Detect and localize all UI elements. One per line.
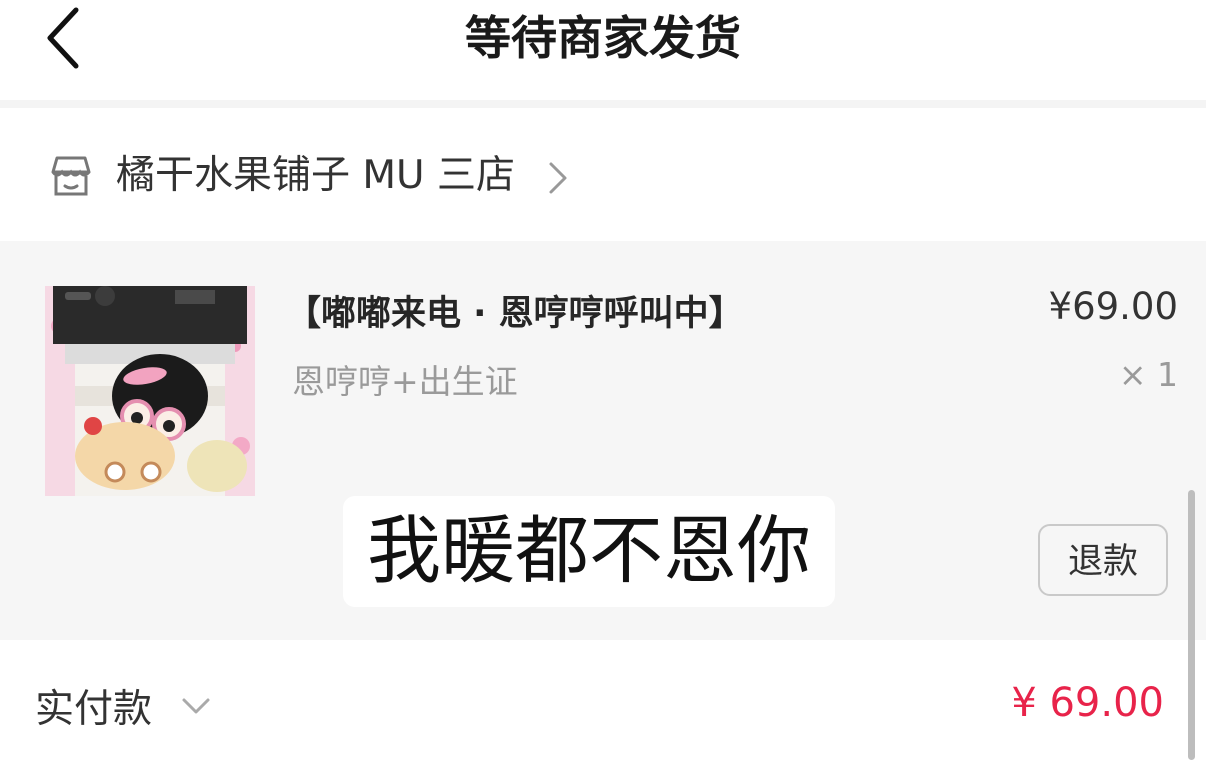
refund-button[interactable]: 退款	[1038, 524, 1168, 596]
shop-row[interactable]: 橘干水果铺子 MU 三店	[0, 108, 1206, 241]
product-variant: 恩哼哼+出生证	[292, 362, 518, 401]
product-price: ¥69.00	[1048, 285, 1178, 328]
scrollbar[interactable]	[1188, 490, 1195, 760]
product-photo	[45, 286, 255, 496]
total-label[interactable]: 实付款	[35, 678, 152, 734]
product-image[interactable]	[45, 286, 255, 496]
overlay-caption-box: 我暖都不恩你	[343, 496, 835, 607]
payment-total-row: 实付款 ¥ 69.00	[0, 640, 1206, 761]
shop-name: 橘干水果铺子 MU 三店	[116, 153, 515, 198]
product-title[interactable]: 【嘟嘟来电 · 恩哼哼呼叫中】	[286, 285, 744, 336]
header-divider	[0, 100, 1206, 108]
total-amount: ¥ 69.00	[1011, 680, 1164, 726]
chevron-down-icon[interactable]	[180, 696, 212, 716]
order-item-card: 【嘟嘟来电 · 恩哼哼呼叫中】 恩哼哼+出生证 ¥69.00 × 1 我暖都不恩…	[0, 241, 1206, 640]
product-quantity: × 1	[1118, 355, 1178, 394]
top-bar: 等待商家发货	[0, 0, 1206, 100]
overlay-caption: 我暖都不恩你	[367, 508, 811, 594]
page-title: 等待商家发货	[465, 11, 741, 65]
chevron-right-icon	[549, 162, 567, 194]
store-icon	[51, 156, 91, 196]
